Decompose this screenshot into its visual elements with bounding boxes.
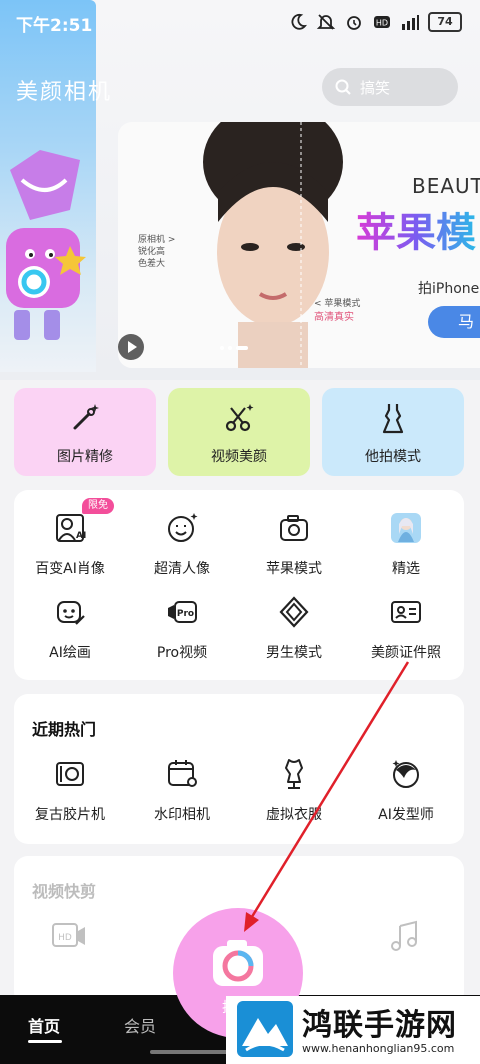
note-apple-small: < 苹果模式 <box>314 299 361 309</box>
search-placeholder: 搞笑 <box>360 78 391 97</box>
tab-vip[interactable]: 会员 <box>124 1013 156 1037</box>
tool-card-label: 图片精修 <box>57 449 113 465</box>
status-bar: 下午2:51 HD 74 <box>0 0 480 46</box>
pro-video-icon: Pro <box>168 601 197 623</box>
scissors-icon <box>225 404 254 432</box>
id-card-icon <box>391 601 421 623</box>
svg-text:HD: HD <box>58 933 72 943</box>
video-section-title: 视频快剪 <box>32 882 97 901</box>
signal-icon <box>402 15 419 30</box>
featured-thumbnail-icon <box>391 513 421 543</box>
grid-item-label: 虚拟衣服 <box>266 807 322 823</box>
grid-item-label: 男生模式 <box>266 645 322 661</box>
grid-item-label: 苹果模式 <box>266 561 322 577</box>
tool-card-label: 视频美颜 <box>211 449 267 465</box>
tool-card-video-beauty[interactable]: 视频美颜 <box>168 388 310 476</box>
hot-section-title: 近期热门 <box>32 720 97 739</box>
svg-text:AI: AI <box>76 531 86 541</box>
ai-paint-icon <box>57 601 85 625</box>
note-apple: 高清真实 <box>314 312 354 323</box>
note-original: 原相机 > 锐化高 色差大 <box>138 235 176 269</box>
tool-card-photo-retouch[interactable]: 图片精修 <box>14 388 156 476</box>
grid-item-ai-portrait[interactable]: AI 百变AI肖像 <box>14 512 126 578</box>
watermark-camera-icon <box>168 760 197 787</box>
watermark-title: 鸿联手游网 <box>302 1008 457 1043</box>
grid-item-featured[interactable]: 精选 <box>350 512 462 578</box>
grid-item-label: 超清人像 <box>154 561 210 577</box>
hot-item-watermark-camera[interactable]: 水印相机 <box>126 758 238 824</box>
svg-text:HD: HD <box>376 19 388 28</box>
search-icon <box>335 79 351 95</box>
mascot-illustration[interactable] <box>0 150 96 360</box>
search-bar[interactable]: 搞笑 <box>322 68 458 106</box>
hd-icon: HD <box>374 16 390 28</box>
grid-item-label: 精选 <box>392 561 420 577</box>
moon-icon <box>291 13 307 30</box>
grid-item-male-mode[interactable]: 男生模式 <box>238 596 350 662</box>
site-logo <box>237 1001 293 1057</box>
banner-pagination <box>220 346 248 350</box>
dress-icon <box>382 404 404 434</box>
hot-item-virtual-clothes[interactable]: 虚拟衣服 <box>238 758 350 824</box>
hd-video-icon: HD <box>52 922 86 954</box>
svg-text:Pro: Pro <box>177 609 194 619</box>
diamond-icon <box>279 596 309 628</box>
grid-item-id-photo[interactable]: 美颜证件照 <box>350 596 462 662</box>
retro-camera-icon <box>56 762 84 786</box>
hot-item-retro-film[interactable]: 复古胶片机 <box>14 758 126 824</box>
mannequin-icon <box>285 759 303 789</box>
portrait-photo <box>203 122 343 368</box>
grid-item-apple-mode[interactable]: 苹果模式 <box>238 512 350 578</box>
grid-item-label: AI发型师 <box>378 807 434 823</box>
grid-item-label: 水印相机 <box>154 807 210 823</box>
app-title: 美颜相机 <box>16 80 113 105</box>
battery-indicator: 74 <box>428 12 462 32</box>
grid-item-pro-video[interactable]: Pro Pro视频 <box>126 596 238 662</box>
grid-item-ai-paint[interactable]: AI绘画 <box>14 596 126 662</box>
grid-item-label: 百变AI肖像 <box>35 561 105 577</box>
banner-beaut-text: BEAUT <box>412 174 480 198</box>
wand-icon <box>73 404 99 430</box>
tab-home[interactable]: 首页 <box>28 1013 60 1037</box>
hot-item-ai-hairstylist[interactable]: AI发型师 <box>350 758 462 824</box>
music-icon <box>390 920 420 956</box>
tool-card-others-shoot[interactable]: 他拍模式 <box>322 388 464 476</box>
status-time: 下午2:51 <box>16 16 93 36</box>
mute-bell-icon <box>316 14 336 30</box>
camera-icon <box>280 515 308 541</box>
play-icon[interactable] <box>118 334 144 360</box>
grid-item-label: AI绘画 <box>49 645 91 661</box>
grid-item-hd-portrait[interactable]: 超清人像 <box>126 512 238 578</box>
face-sparkle-icon <box>168 513 198 542</box>
grid-item-label: 美颜证件照 <box>371 645 441 661</box>
watermark-url: www.henanhonglian95.com <box>302 1042 455 1055</box>
tab-home-indicator <box>28 1040 62 1043</box>
banner-action-button[interactable]: 马 <box>428 306 480 338</box>
banner-subtitle: 拍iPhone1 <box>418 281 480 297</box>
status-icons: HD 74 <box>288 10 462 34</box>
grid-item-label: Pro视频 <box>156 645 208 661</box>
hair-icon <box>392 760 419 788</box>
alarm-icon <box>347 16 361 30</box>
grid-item-label: 复古胶片机 <box>35 807 105 823</box>
tool-card-label: 他拍模式 <box>365 449 421 465</box>
camera-icon <box>213 940 263 986</box>
promo-banner[interactable]: 原相机 > 锐化高 色差大 < 苹果模式 高清真实 BEAUT 苹果模 拍iPhon… <box>118 122 480 368</box>
ai-portrait-icon: AI <box>56 514 86 542</box>
banner-mode-title: 苹果模 <box>356 200 476 258</box>
